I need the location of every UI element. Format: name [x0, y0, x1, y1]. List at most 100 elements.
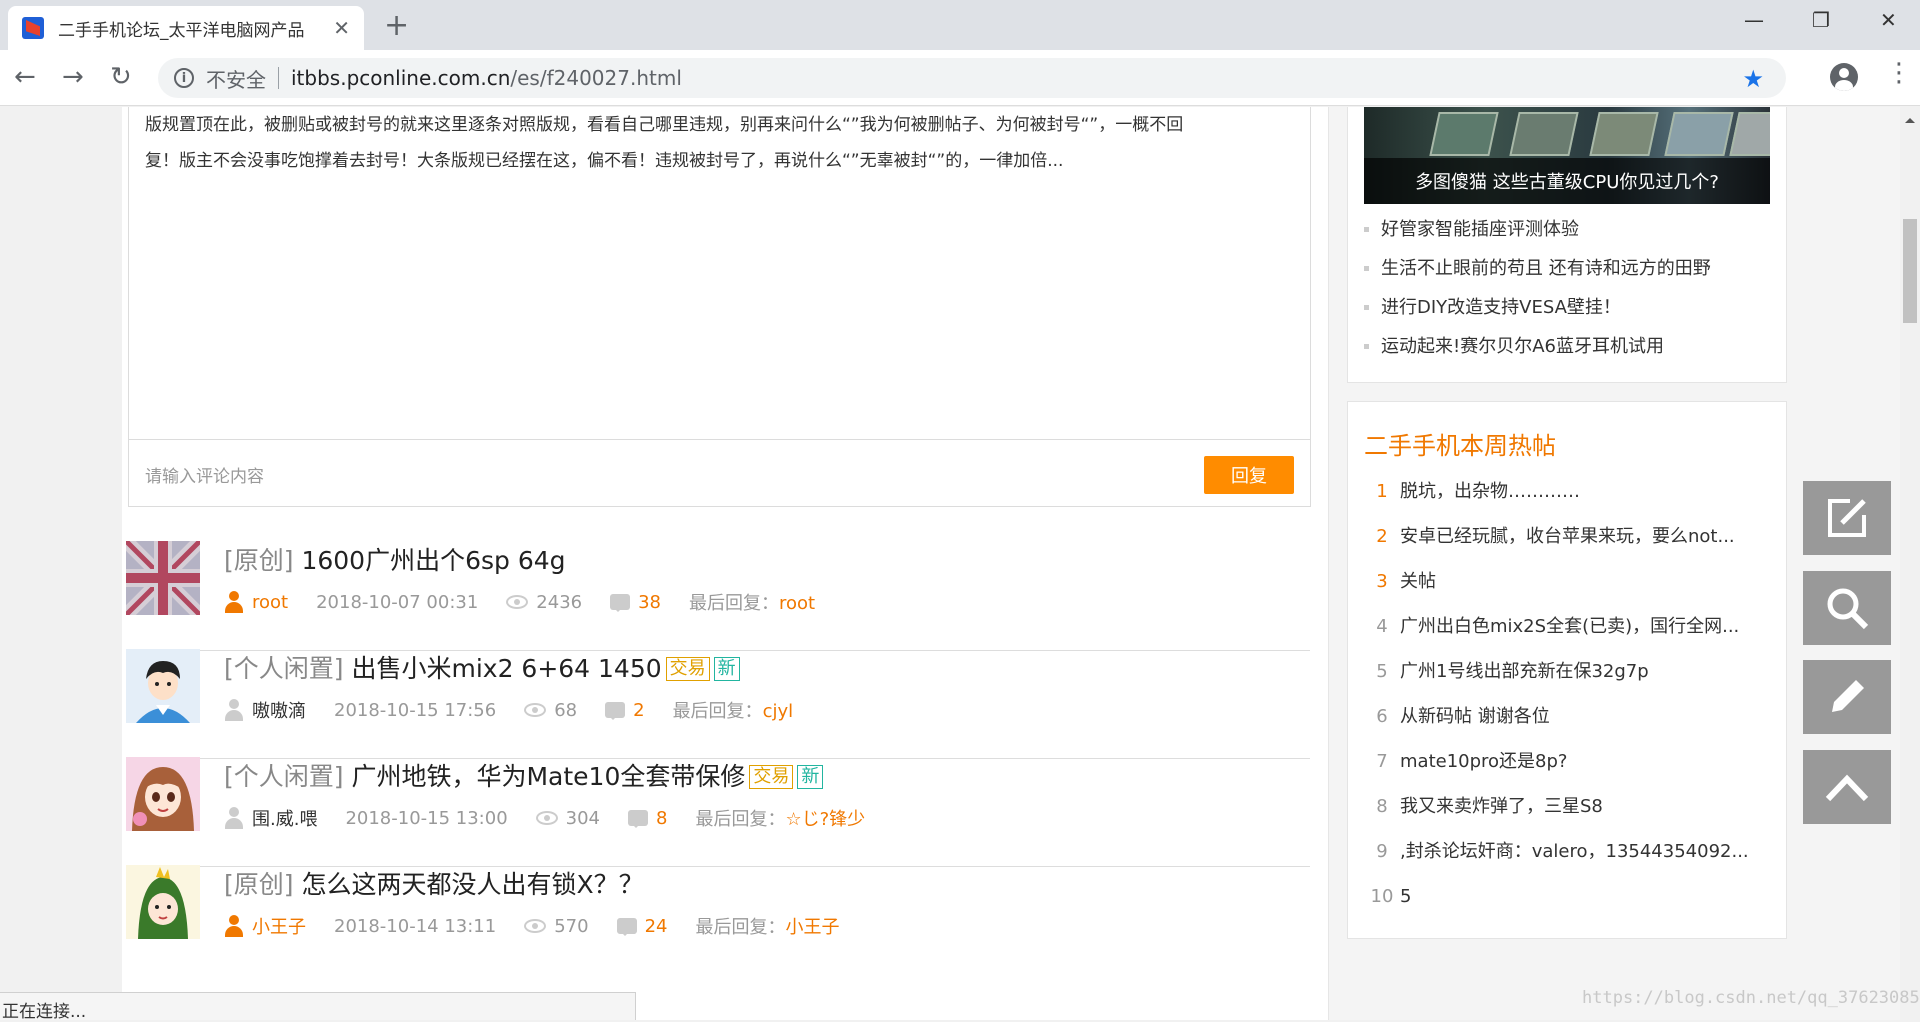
- browser-tab-active[interactable]: 二手手机论坛_太平洋电脑网产品 ✕: [8, 6, 364, 50]
- reply-button[interactable]: 回复: [1204, 456, 1294, 494]
- sidebar-link[interactable]: 好管家智能插座评测体验: [1364, 210, 1711, 249]
- float-write-button[interactable]: [1803, 660, 1891, 734]
- thread-title-text: 1600广州出个6sp 64g: [301, 546, 566, 575]
- thread-author[interactable]: 小王子: [224, 913, 306, 939]
- thread-title[interactable]: [原创] 1600广州出个6sp 64g: [224, 541, 566, 577]
- pencil-icon: [1832, 680, 1864, 712]
- back-to-top-button[interactable]: [1803, 750, 1891, 824]
- site-info-icon[interactable]: i: [174, 68, 194, 88]
- hot-post-item[interactable]: 7 mate10pro还是8p?: [1364, 739, 1749, 784]
- hot-post-item[interactable]: 1 脱坑，出杂物…………: [1364, 469, 1749, 514]
- avatar[interactable]: [126, 865, 200, 939]
- tab-close-icon[interactable]: ✕: [333, 16, 350, 40]
- account-avatar-icon[interactable]: [1830, 63, 1858, 91]
- sidebar-link[interactable]: 运动起来!赛尔贝尔A6蓝牙耳机试用: [1364, 327, 1711, 366]
- float-edit-button[interactable]: [1803, 481, 1891, 555]
- last-reply: 最后回复：☆じ?锋少: [695, 809, 866, 830]
- eye-icon: [506, 595, 529, 609]
- bookmark-star-icon[interactable]: ★: [1742, 65, 1764, 93]
- thread-author[interactable]: root: [224, 591, 288, 613]
- comment-bubble-icon: [628, 810, 649, 828]
- comment-input[interactable]: 请输入评论内容: [145, 462, 264, 487]
- avatar[interactable]: [126, 757, 200, 831]
- hot-post-item[interactable]: 9 ,封杀论坛奸商：valero，13544354092...: [1364, 829, 1748, 874]
- forward-arrow-icon[interactable]: →: [62, 62, 84, 92]
- rules-line-1: 版规置顶在此，被删贴或被封号的就来这里逐条对照版规，看看自己哪里违规，别再来问什…: [145, 115, 1184, 135]
- back-to-top-icon: [1825, 774, 1869, 802]
- hot-post-item[interactable]: 2 安卓已经玩腻，收台苹果来玩，要么not...: [1364, 514, 1749, 559]
- avatar[interactable]: [126, 649, 200, 723]
- tab-strip: 二手手机论坛_太平洋电脑网产品 ✕ + — ❐ ✕: [0, 0, 1920, 50]
- thread-category: [个人闲置]: [224, 762, 344, 791]
- url-path: /es/f240027.html: [510, 66, 682, 90]
- thread-title[interactable]: [个人闲置] 出售小米mix2 6+64 1450 交易新: [224, 649, 740, 685]
- page-scrollbar[interactable]: [1900, 107, 1920, 1020]
- thread-meta: 围.威.喂 2018-10-15 13:00 304 8 最后回复：☆じ?锋少: [224, 805, 893, 831]
- sidebar-link[interactable]: 进行DIY改造支持VESA壁挂！: [1364, 288, 1711, 327]
- hot-post-item[interactable]: 10 5: [1364, 874, 1749, 919]
- thread-meta: 嗷嗷滴 2018-10-15 17:56 68 2 最后回复：cjyl: [224, 697, 821, 723]
- scroll-thumb[interactable]: [1903, 219, 1917, 323]
- window-close-icon[interactable]: ✕: [1880, 8, 1897, 32]
- thread-date: 2018-10-14 13:11: [334, 915, 497, 937]
- tag-trade: 交易: [749, 765, 794, 789]
- window-minimize-icon[interactable]: —: [1744, 8, 1764, 32]
- thread-meta: 小王子 2018-10-14 13:11 570 24 最后回复：小王子: [224, 913, 867, 939]
- last-reply-user[interactable]: 小王子: [785, 917, 839, 938]
- thread-author[interactable]: 围.威.喂: [224, 805, 317, 831]
- reload-icon[interactable]: ↻: [110, 62, 132, 92]
- thread-date: 2018-10-07 00:31: [316, 591, 479, 613]
- edit-square-icon: [1828, 499, 1866, 537]
- thread-category: [原创]: [224, 546, 294, 575]
- new-tab-plus-icon[interactable]: +: [384, 8, 409, 43]
- user-icon: [224, 591, 244, 613]
- thread-replies: 8: [628, 808, 667, 829]
- hot-post-item[interactable]: 3 关帖: [1364, 559, 1749, 604]
- sidebar-link[interactable]: 生活不止眼前的苟且 还有诗和远方的田野: [1364, 249, 1711, 288]
- feature-image[interactable]: 多图傻猫 这些古董级CPU你见过几个?: [1364, 107, 1770, 204]
- hot-post-item[interactable]: 4 广州出白色mix2S全套(已卖)，国行全网...: [1364, 604, 1749, 649]
- tag-new: 新: [713, 657, 740, 681]
- hot-post-item[interactable]: 8 我又来卖炸弹了，三星S8: [1364, 784, 1749, 829]
- thread-replies: 24: [616, 916, 667, 937]
- sidebar-link-list: 好管家智能插座评测体验 生活不止眼前的苟且 还有诗和远方的田野 进行DIY改造支…: [1364, 210, 1711, 366]
- comment-bubble-icon: [616, 918, 637, 936]
- user-icon: [224, 915, 244, 937]
- thread-views: 570: [524, 916, 589, 937]
- rules-post-box: 版规置顶在此，被删贴或被封号的就来这里逐条对照版规，看看自己哪里违规，别再来问什…: [128, 107, 1311, 507]
- insecure-label: 不安全: [206, 67, 266, 92]
- address-bar[interactable]: i 不安全 itbbs.pconline.com.cn/es/f240027.h…: [158, 58, 1786, 98]
- feature-caption: 多图傻猫 这些古董级CPU你见过几个?: [1364, 158, 1770, 204]
- last-reply-user[interactable]: ☆じ?锋少: [785, 809, 865, 830]
- last-reply-user[interactable]: cjyl: [763, 701, 794, 722]
- hot-posts-list: 1 脱坑，出杂物………… 2 安卓已经玩腻，收台苹果来玩，要么not... 3 关帖 …: [1364, 469, 1749, 919]
- hot-post-item[interactable]: 6 从新码帖 谢谢各位: [1364, 694, 1749, 739]
- hot-posts-title: 二手手机本周热帖: [1364, 432, 1556, 460]
- feature-panel: 多图傻猫 这些古董级CPU你见过几个? 好管家智能插座评测体验 生活不止眼前的苟…: [1347, 107, 1787, 383]
- rules-line-2: 复！版主不会没事吃饱撑着去封号！大条版规已经摆在这，偏不看！违规被封号了，再说什…: [145, 151, 1064, 171]
- hot-post-item[interactable]: 5 广州1号线出部充新在保32g7p: [1364, 649, 1749, 694]
- eye-icon: [535, 811, 558, 825]
- thread-author[interactable]: 嗷嗷滴: [224, 697, 306, 723]
- thread-title-text: 出售小米mix2 6+64 1450: [351, 654, 662, 683]
- last-reply-user[interactable]: root: [779, 593, 815, 614]
- thread-date: 2018-10-15 17:56: [334, 699, 497, 721]
- float-search-button[interactable]: [1803, 571, 1891, 645]
- thread-title-text: 广州地铁，华为Mate10全套带保修: [351, 762, 746, 791]
- rules-text: 版规置顶在此，被删贴或被封号的就来这里逐条对照版规，看看自己哪里违规，别再来问什…: [145, 107, 1295, 179]
- thread-title[interactable]: [个人闲置] 广州地铁，华为Mate10全套带保修 交易新: [224, 757, 824, 793]
- thread-title-text: 怎么这两天都没人出有锁X？？: [301, 870, 644, 899]
- avatar[interactable]: [126, 541, 200, 615]
- back-arrow-icon[interactable]: ←: [14, 62, 36, 92]
- last-reply: 最后回复：小王子: [695, 917, 840, 938]
- thread-category: [个人闲置]: [224, 654, 344, 683]
- user-icon: [224, 699, 244, 721]
- browser-menu-icon[interactable]: ⋮: [1886, 60, 1912, 86]
- user-icon: [224, 807, 244, 829]
- scroll-up-arrow-icon[interactable]: [1905, 113, 1915, 123]
- window-restore-icon[interactable]: ❐: [1812, 8, 1830, 32]
- pconline-favicon-icon: [22, 17, 44, 39]
- thread-title[interactable]: [原创] 怎么这两天都没人出有锁X？？: [224, 865, 644, 901]
- hot-posts-panel: 二手手机本周热帖 1 脱坑，出杂物………… 2 安卓已经玩腻，收台苹果来玩，要么no…: [1347, 401, 1787, 939]
- tag-new: 新: [797, 765, 824, 789]
